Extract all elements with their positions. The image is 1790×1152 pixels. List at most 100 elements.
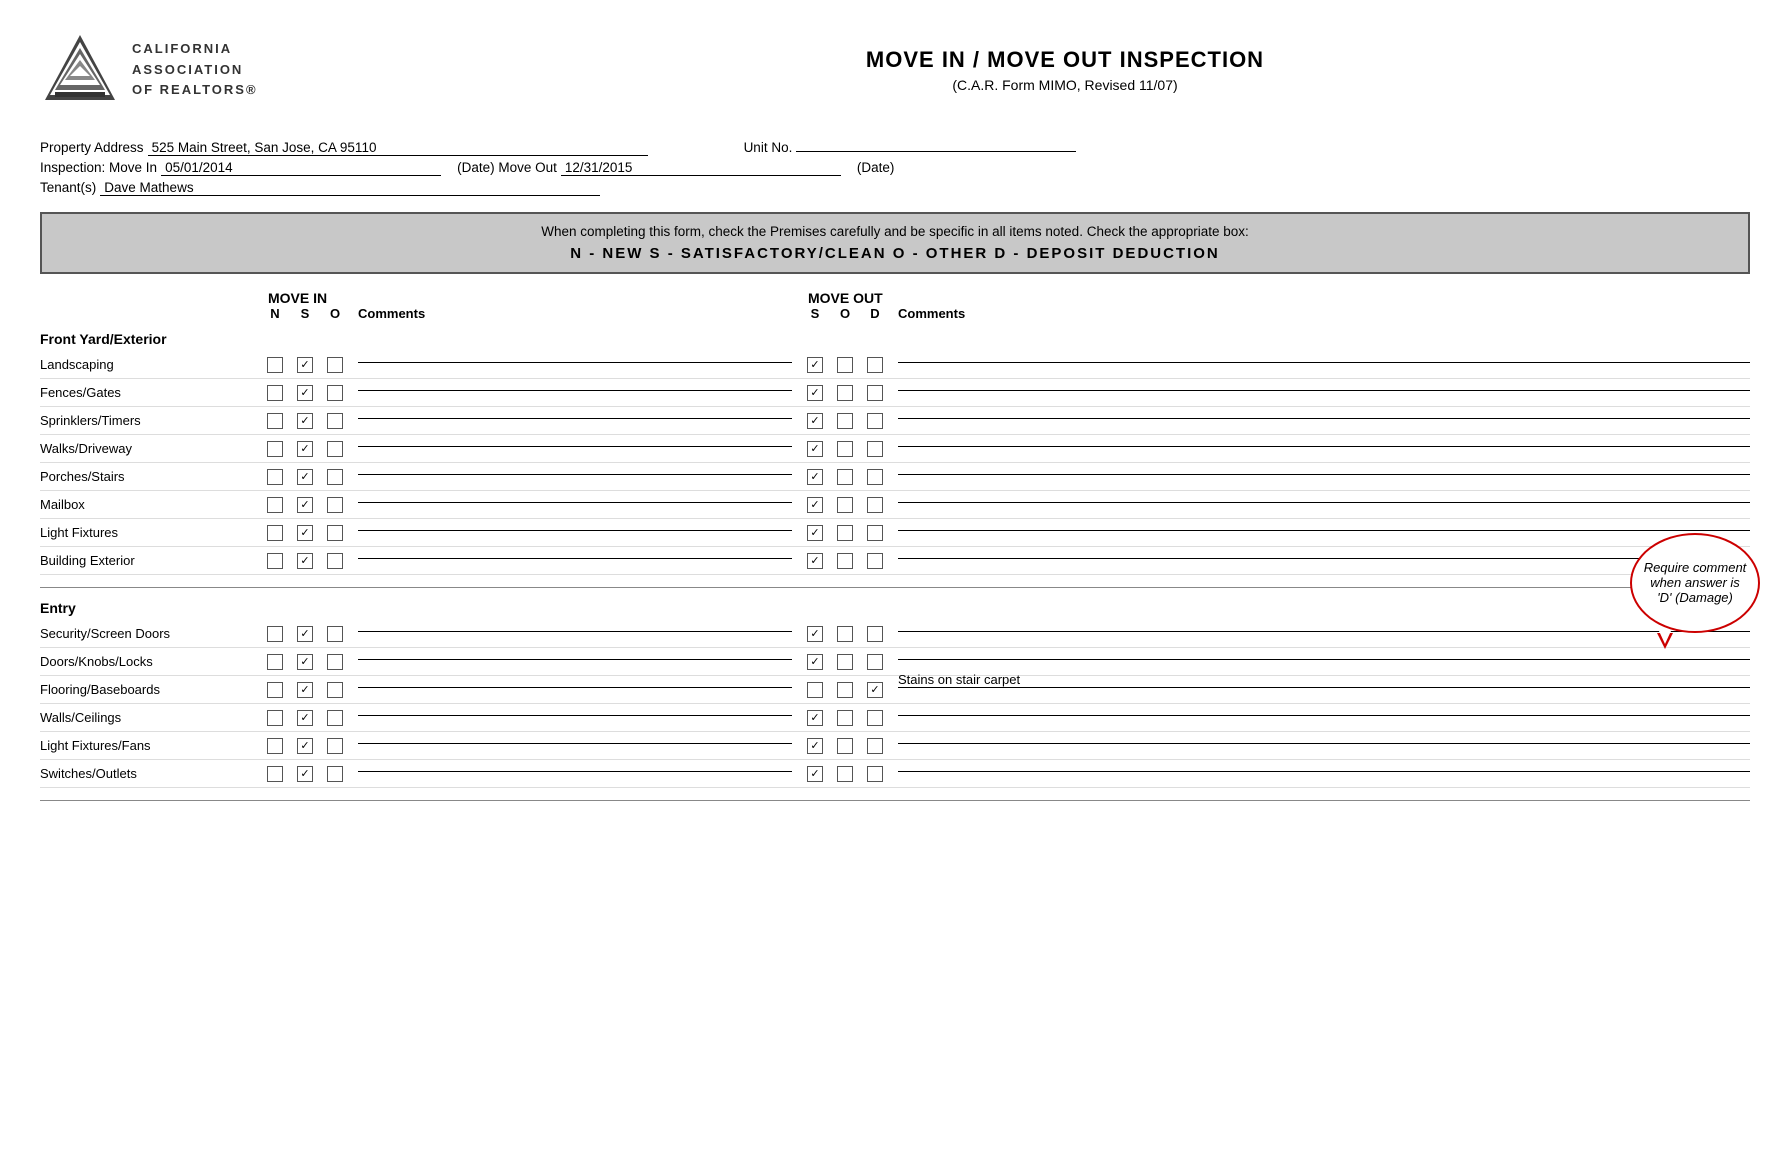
movein-O-checkbox-entry-0[interactable] (327, 626, 343, 642)
movein-O-checkbox-front-yard-5[interactable] (327, 497, 343, 513)
moveout-S-checkbox-entry-0[interactable]: ✓ (807, 626, 823, 642)
moveout-D-checkbox-front-yard-0[interactable] (867, 357, 883, 373)
movein-O-checkbox-front-yard-4[interactable] (327, 469, 343, 485)
moveout-S-checkbox-front-yard-7[interactable]: ✓ (807, 553, 823, 569)
moveout-D-checkbox-front-yard-2[interactable] (867, 413, 883, 429)
movein-O-checkbox-front-yard-7[interactable] (327, 553, 343, 569)
moveout-D-checkbox-front-yard-3[interactable] (867, 441, 883, 457)
moveout-S-checkbox-front-yard-5[interactable]: ✓ (807, 497, 823, 513)
moveout-O-checkbox-entry-3[interactable] (837, 710, 853, 726)
movein-O-checkbox-entry-4[interactable] (327, 738, 343, 754)
moveout-S-checkbox-entry-4[interactable]: ✓ (807, 738, 823, 754)
movein-N-checkbox-front-yard-2[interactable] (267, 413, 283, 429)
instructions-codes: N - NEW S - SATISFACTORY/CLEAN O - OTHER… (62, 245, 1728, 262)
moveout-O-checkbox-front-yard-7[interactable] (837, 553, 853, 569)
movein-S-checkbox-entry-5[interactable]: ✓ (297, 766, 313, 782)
movein-O-checkbox-front-yard-3[interactable] (327, 441, 343, 457)
moveout-S-checkbox-front-yard-1[interactable]: ✓ (807, 385, 823, 401)
moveout-D-checkbox-front-yard-6[interactable] (867, 525, 883, 541)
movein-O-checkbox-front-yard-0[interactable] (327, 357, 343, 373)
table-row: Mailbox ✓ ✓ (40, 491, 1750, 519)
damage-callout: Require comment when answer is 'D' (Dama… (1630, 533, 1760, 633)
moveout-D-checkbox-entry-0[interactable] (867, 626, 883, 642)
moveout-O-checkbox-entry-5[interactable] (837, 766, 853, 782)
movein-S-checkbox-entry-0[interactable]: ✓ (297, 626, 313, 642)
movein-O-checkbox-entry-5[interactable] (327, 766, 343, 782)
movein-S-checkbox-entry-4[interactable]: ✓ (297, 738, 313, 754)
movein-N-checkbox-entry-5[interactable] (267, 766, 283, 782)
movein-S-checkbox-front-yard-3[interactable]: ✓ (297, 441, 313, 457)
movein-O-checkbox-front-yard-6[interactable] (327, 525, 343, 541)
movein-S-checkbox-front-yard-4[interactable]: ✓ (297, 469, 313, 485)
movein-S-checkbox-front-yard-6[interactable]: ✓ (297, 525, 313, 541)
movein-N-checkbox-entry-4[interactable] (267, 738, 283, 754)
movein-comments-header: Comments (350, 306, 800, 321)
movein-N-checkbox-entry-1[interactable] (267, 654, 283, 670)
movein-S-checkbox-entry-3[interactable]: ✓ (297, 710, 313, 726)
movein-N-checkbox-front-yard-5[interactable] (267, 497, 283, 513)
movein-S-checkbox-front-yard-7[interactable]: ✓ (297, 553, 313, 569)
movein-N-checkbox-front-yard-0[interactable] (267, 357, 283, 373)
movein-S-checkbox-front-yard-2[interactable]: ✓ (297, 413, 313, 429)
moveout-S-checkbox-front-yard-2[interactable]: ✓ (807, 413, 823, 429)
moveout-S-checkbox-front-yard-3[interactable]: ✓ (807, 441, 823, 457)
moveout-O-checkbox-front-yard-3[interactable] (837, 441, 853, 457)
movein-S-checkbox-entry-2[interactable]: ✓ (297, 682, 313, 698)
movein-N-checkbox-front-yard-4[interactable] (267, 469, 283, 485)
moveout-O-checkbox-entry-2[interactable] (837, 682, 853, 698)
moveout-D-checkbox-entry-1[interactable] (867, 654, 883, 670)
table-row: Walks/Driveway✓✓ (40, 435, 1750, 463)
moveout-O-checkbox-front-yard-0[interactable] (837, 357, 853, 373)
movein-S-checkbox-front-yard-1[interactable]: ✓ (297, 385, 313, 401)
moveout-D-checkbox-front-yard-4[interactable] (867, 469, 883, 485)
moveout-D-checkbox-entry-5[interactable] (867, 766, 883, 782)
movein-N-checkbox-entry-0[interactable] (267, 626, 283, 642)
title-area: MOVE IN / MOVE OUT INSPECTION (C.A.R. Fo… (380, 47, 1750, 93)
moveout-D-checkbox-front-yard-7[interactable] (867, 553, 883, 569)
movein-N-checkbox-front-yard-7[interactable] (267, 553, 283, 569)
moveout-D-checkbox-entry-2[interactable]: ✓ (867, 682, 883, 698)
row-label-front-yard-7: Building Exterior (40, 553, 260, 568)
sections-container: Front Yard/ExteriorLandscaping✓✓Fences/G… (40, 331, 1750, 801)
dates-row: Inspection: Move In 05/01/2014 (Date) Mo… (40, 160, 1750, 176)
moveout-S-checkbox-front-yard-0[interactable]: ✓ (807, 357, 823, 373)
movein-O-checkbox-front-yard-2[interactable] (327, 413, 343, 429)
movein-O-checkbox-front-yard-1[interactable] (327, 385, 343, 401)
moveout-S-checkbox-entry-5[interactable]: ✓ (807, 766, 823, 782)
row-label-entry-4: Light Fixtures/Fans (40, 738, 260, 753)
moveout-D-checkbox-front-yard-5[interactable] (867, 497, 883, 513)
table-row: Landscaping✓✓ (40, 351, 1750, 379)
movein-N-checkbox-entry-2[interactable] (267, 682, 283, 698)
moveout-S-checkbox-front-yard-4[interactable]: ✓ (807, 469, 823, 485)
moveout-O-checkbox-entry-0[interactable] (837, 626, 853, 642)
movein-N-checkbox-front-yard-1[interactable] (267, 385, 283, 401)
movein-S-checkbox-front-yard-0[interactable]: ✓ (297, 357, 313, 373)
movein-N-checkbox-entry-3[interactable] (267, 710, 283, 726)
moveout-D-checkbox-front-yard-1[interactable] (867, 385, 883, 401)
moveout-O-checkbox-front-yard-1[interactable] (837, 385, 853, 401)
moveout-S-checkbox-entry-2[interactable] (807, 682, 823, 698)
moveout-D-checkbox-entry-4[interactable] (867, 738, 883, 754)
movein-S-checkbox-entry-1[interactable]: ✓ (297, 654, 313, 670)
movein-O-checkbox-entry-3[interactable] (327, 710, 343, 726)
movein-N-checkbox-front-yard-6[interactable] (267, 525, 283, 541)
moveout-O-checkbox-front-yard-2[interactable] (837, 413, 853, 429)
car-logo-icon (40, 30, 120, 110)
moveout-S-checkbox-entry-3[interactable]: ✓ (807, 710, 823, 726)
moveout-O-checkbox-front-yard-4[interactable] (837, 469, 853, 485)
moveout-O-checkbox-front-yard-6[interactable] (837, 525, 853, 541)
moveout-O-checkbox-front-yard-5[interactable] (837, 497, 853, 513)
table-row: Fences/Gates✓✓ (40, 379, 1750, 407)
movein-O-checkbox-entry-1[interactable] (327, 654, 343, 670)
moveout-D-checkbox-entry-3[interactable] (867, 710, 883, 726)
row-label-entry-2: Flooring/Baseboards (40, 682, 260, 697)
movein-O-checkbox-entry-2[interactable] (327, 682, 343, 698)
row-label-front-yard-5: Mailbox (40, 497, 260, 512)
date-label2: (Date) (857, 160, 895, 175)
movein-S-checkbox-front-yard-5[interactable]: ✓ (297, 497, 313, 513)
movein-N-checkbox-front-yard-3[interactable] (267, 441, 283, 457)
moveout-S-checkbox-entry-1[interactable]: ✓ (807, 654, 823, 670)
moveout-O-checkbox-entry-1[interactable] (837, 654, 853, 670)
moveout-O-checkbox-entry-4[interactable] (837, 738, 853, 754)
moveout-S-checkbox-front-yard-6[interactable]: ✓ (807, 525, 823, 541)
